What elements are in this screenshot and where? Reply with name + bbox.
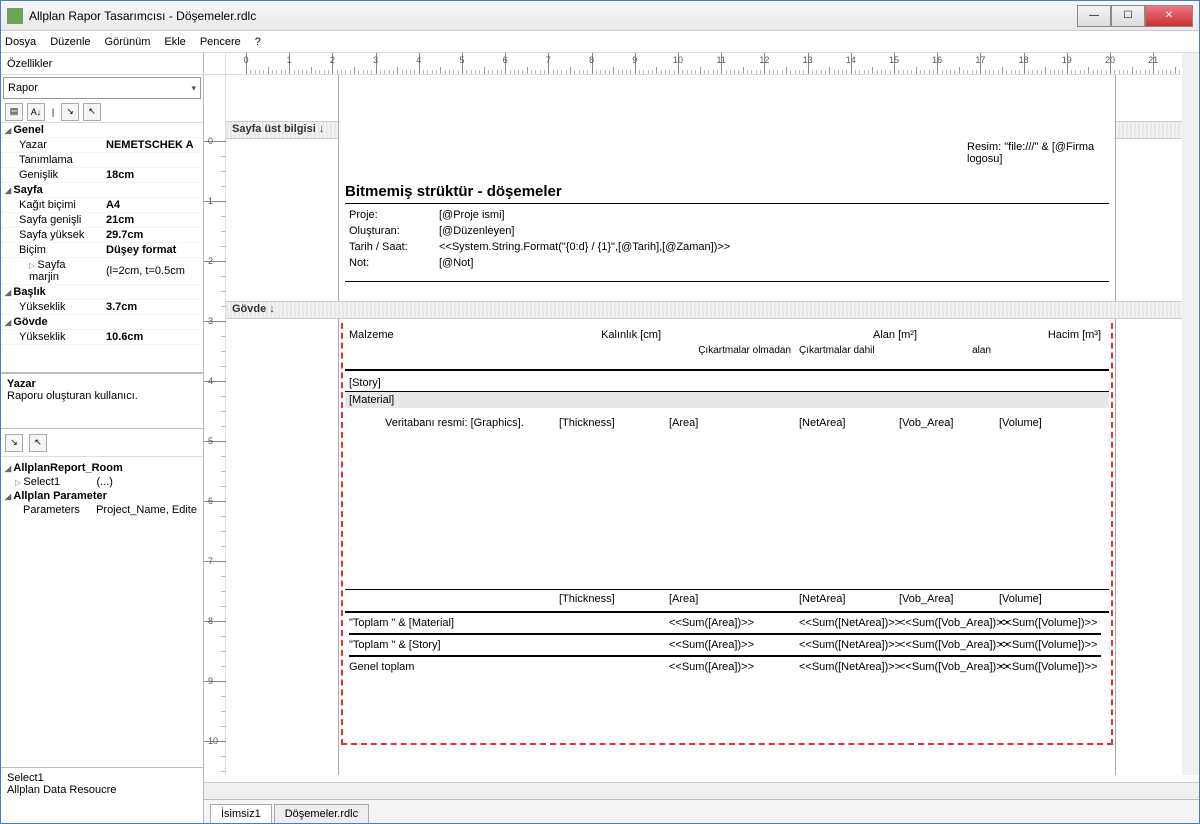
- app-icon: [7, 8, 23, 24]
- categorize-button[interactable]: ▤: [5, 103, 23, 121]
- header-rule: [345, 369, 1109, 371]
- window-buttons: — ☐ ✕: [1077, 5, 1193, 27]
- document-tabs: İsimsiz1 Döşemeler.rdlc: [204, 799, 1199, 823]
- prop-yuk2-val[interactable]: 10.6cm: [102, 330, 203, 345]
- data-tree[interactable]: AllplanReport_Room Select1 (...) Allplan…: [1, 457, 203, 767]
- app-window: Allplan Rapor Tasarımcısı - Döşemeler.rd…: [0, 0, 1200, 824]
- separator: |: [49, 103, 57, 121]
- prop-marjin-key[interactable]: Sayfa marjin: [1, 258, 102, 285]
- panel-header-ozellikler: Özellikler: [1, 53, 203, 75]
- material-row[interactable]: [Material]: [345, 392, 1109, 408]
- design-surface[interactable]: Sayfa üst bilgisi ↓ Resim: "file:///" & …: [226, 75, 1182, 775]
- menu-gorunum[interactable]: Görünüm: [105, 36, 151, 48]
- tree-description: Select1 Allplan Data Resoucre: [1, 767, 203, 823]
- report-page[interactable]: Resim: "file:///" & [@Firma logosu] Bitm…: [338, 75, 1116, 775]
- tree-node-params[interactable]: Parameters Project_Name, Edite: [3, 503, 201, 517]
- tab-isimsiz[interactable]: İsimsiz1: [210, 804, 272, 823]
- tree-root-report[interactable]: AllplanReport_Room: [3, 461, 201, 475]
- cat-genel[interactable]: Genel: [1, 123, 203, 138]
- prop-yuk2-key[interactable]: Yükseklik: [1, 330, 102, 345]
- minimize-button[interactable]: —: [1077, 5, 1111, 27]
- prop-kagit-val[interactable]: A4: [102, 198, 203, 213]
- prop-yuk1-val[interactable]: 3.7cm: [102, 300, 203, 315]
- menu-help[interactable]: ?: [255, 36, 261, 48]
- properties-panel: Özellikler Rapor ▤ A↓ | ↘ ↖ Genel YazarN…: [1, 53, 204, 823]
- column-headers[interactable]: Malzeme Kalınlık [cm] Alan [m²] Hacim [m…: [345, 327, 1105, 358]
- desc2-body: Allplan Data Resoucre: [7, 784, 197, 796]
- menu-ekle[interactable]: Ekle: [164, 36, 185, 48]
- prop-genislik-key[interactable]: Genişlik: [1, 168, 102, 183]
- menu-pencere[interactable]: Pencere: [200, 36, 241, 48]
- detail-row[interactable]: Veritabanı resmi: [Graphics]. [Thickness…: [345, 415, 1105, 431]
- expand-button[interactable]: ↘: [61, 103, 79, 121]
- desc-title: Yazar: [7, 378, 197, 390]
- band-body-label[interactable]: Gövde ↓: [226, 301, 1182, 319]
- prop-tanimlama-key[interactable]: Tanımlama: [1, 153, 102, 168]
- ruler-corner: [204, 53, 226, 75]
- report-title[interactable]: Bitmemiş strüktür - döşemeler: [345, 183, 562, 200]
- tree-collapse-button[interactable]: ↖: [29, 434, 47, 452]
- prop-yazar-val[interactable]: NEMETSCHEK A: [102, 138, 203, 153]
- hscrollbar[interactable]: [204, 782, 1199, 799]
- object-selector[interactable]: Rapor: [3, 77, 201, 99]
- prop-bicim-key[interactable]: Biçim: [1, 243, 102, 258]
- logo-placeholder[interactable]: Resim: "file:///" & [@Firma logosu]: [967, 141, 1107, 165]
- canvas-scroll[interactable]: 0123456789101112131415161718192021 01234…: [204, 53, 1199, 782]
- property-description: Yazar Raporu oluşturan kullanıcı.: [1, 373, 203, 429]
- menu-duzenle[interactable]: Düzenle: [50, 36, 90, 48]
- info-rule: [345, 281, 1109, 282]
- prop-genislik-val[interactable]: 18cm: [102, 168, 203, 183]
- vscroll-corner: [1182, 53, 1199, 75]
- cat-sayfa[interactable]: Sayfa: [1, 183, 203, 198]
- tree-node-select1[interactable]: Select1 (...): [3, 475, 201, 489]
- prop-kagit-key[interactable]: Kağıt biçimi: [1, 198, 102, 213]
- cat-govde[interactable]: Gövde: [1, 315, 203, 330]
- title-rule: [345, 203, 1109, 204]
- desc-body: Raporu oluşturan kullanıcı.: [7, 390, 197, 402]
- prop-sayfag-val[interactable]: 21cm: [102, 213, 203, 228]
- story-row[interactable]: [Story] [Material]: [345, 375, 1109, 408]
- tree-root-param[interactable]: Allplan Parameter: [3, 489, 201, 503]
- subtotal-row[interactable]: [Thickness] [Area] [NetArea] [Vob_Area] …: [345, 591, 1105, 607]
- totals-table[interactable]: "Toplam " & [Material] <<Sum([Area])>> <…: [345, 615, 1105, 675]
- prop-sayfay-key[interactable]: Sayfa yüksek: [1, 228, 102, 243]
- client-area: Özellikler Rapor ▤ A↓ | ↘ ↖ Genel YazarN…: [1, 53, 1199, 823]
- properties-toolbar: ▤ A↓ | ↘ ↖: [1, 101, 203, 123]
- prop-sayfag-key[interactable]: Sayfa genişli: [1, 213, 102, 228]
- menubar: Dosya Düzenle Görünüm Ekle Pencere ?: [1, 31, 1199, 53]
- window-title: Allplan Rapor Tasarımcısı - Döşemeler.rd…: [29, 9, 1077, 23]
- prop-bicim-val[interactable]: Düşey format: [102, 243, 203, 258]
- menu-dosya[interactable]: Dosya: [5, 36, 36, 48]
- cat-baslik[interactable]: Başlık: [1, 285, 203, 300]
- ruler-vertical: 012345678910: [204, 75, 226, 775]
- design-area: 0123456789101112131415161718192021 01234…: [204, 53, 1199, 823]
- ruler-horizontal: 0123456789101112131415161718192021: [226, 53, 1182, 75]
- property-grid[interactable]: Genel YazarNEMETSCHEK A Tanımlama Genişl…: [1, 123, 203, 373]
- maximize-button[interactable]: ☐: [1111, 5, 1145, 27]
- close-button[interactable]: ✕: [1145, 5, 1193, 27]
- sort-button[interactable]: A↓: [27, 103, 45, 121]
- info-table[interactable]: Proje:[@Proje ismi] Oluşturan:[@Düzenley…: [345, 207, 1105, 271]
- prop-sayfay-val[interactable]: 29.7cm: [102, 228, 203, 243]
- prop-yazar-key[interactable]: Yazar: [1, 138, 102, 153]
- titlebar: Allplan Rapor Tasarımcısı - Döşemeler.rd…: [1, 1, 1199, 31]
- prop-yuk1-key[interactable]: Yükseklik: [1, 300, 102, 315]
- vscrollbar[interactable]: [1182, 75, 1199, 775]
- prop-marjin-val[interactable]: (l=2cm, t=0.5cm: [102, 258, 203, 285]
- tree-toolbar: ↘ ↖: [1, 429, 203, 457]
- object-selector-value: Rapor: [8, 82, 38, 94]
- collapse-button[interactable]: ↖: [83, 103, 101, 121]
- tree-expand-button[interactable]: ↘: [5, 434, 23, 452]
- tab-dosemeler[interactable]: Döşemeler.rdlc: [274, 804, 369, 823]
- desc2-title: Select1: [7, 772, 197, 784]
